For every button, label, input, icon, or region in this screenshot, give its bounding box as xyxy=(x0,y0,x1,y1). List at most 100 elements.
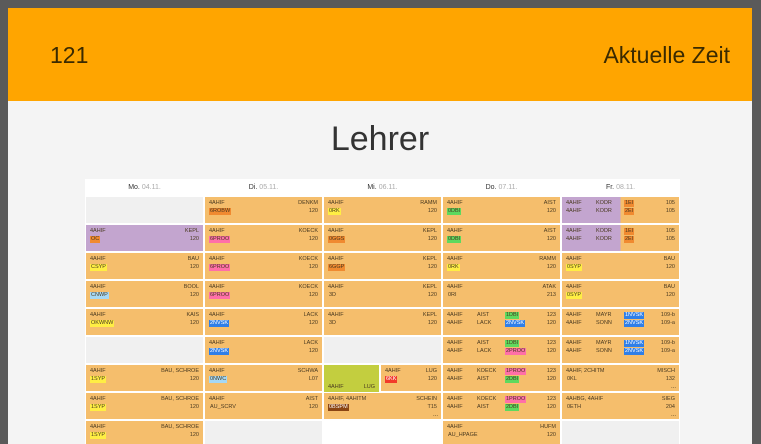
lesson-line: 4AHIF KOECK xyxy=(209,255,318,263)
lesson-line: 4AHIF BAU, SCHROE xyxy=(90,395,199,403)
subject-name: 0RK xyxy=(328,208,341,215)
teacher-name: BAU xyxy=(663,284,675,290)
lesson-cell[interactable]: 4AHIF AIST 0DBI 120 xyxy=(442,224,561,252)
lesson-line: 0SYP 120 xyxy=(566,291,675,299)
subject-wrap: 0RK xyxy=(447,263,460,271)
subject-name: 6PROO xyxy=(209,264,231,271)
lesson-line: 4AHBG, 4AHIF SIEG xyxy=(566,395,675,403)
subject-wrap: 1DBI xyxy=(505,339,520,347)
lesson-line: 4AHIF, 2CHITM MISCH xyxy=(566,367,675,375)
class-name: 4AHIF xyxy=(447,368,463,374)
lesson-cell[interactable]: 4AHIF KEPL 6GGP 120 xyxy=(323,252,442,280)
lesson-cell[interactable]: 4AHIF KODR 1EI 105 4AHIF KODR 2EI 105 xyxy=(561,224,680,252)
room-number: 121 xyxy=(50,42,89,68)
lesson-line: 6KK 120 xyxy=(385,375,437,383)
lesson-line: 4AHIF LACK xyxy=(209,339,318,347)
subject-name: 2DBI xyxy=(505,404,520,411)
lesson-cell[interactable]: 4AHIF SCHWA 0NWC L07 xyxy=(204,364,323,392)
class-name: 4AHIF xyxy=(209,228,225,234)
lesson-cell[interactable]: 4AHIF KEPL 3D 120 xyxy=(323,280,442,308)
lesson-cell[interactable]: 4AHIF KOECK 6PROO 120 xyxy=(204,280,323,308)
subject-wrap: 2NVSK xyxy=(624,319,645,327)
subject-wrap: 2PROO xyxy=(505,347,527,355)
lesson-cell[interactable]: 4AHIF KODR 1EI 105 4AHIF KODR 2EI 105 xyxy=(561,196,680,224)
lesson-line: 0RK 120 xyxy=(447,263,556,271)
teacher-name: BOOL xyxy=(183,284,199,290)
lesson-cell[interactable]: 4AHIF AIST 1DBI 123 4AHIF LACK 2PROO 120 xyxy=(442,336,561,364)
subject-name: 1SYP xyxy=(90,404,107,411)
teacher-name: AIST xyxy=(477,340,490,346)
lesson-cell[interactable]: 4AHIF BAU 0SYP 120 xyxy=(561,280,680,308)
subject-name: 1EI xyxy=(624,228,635,235)
lesson-line: 4AHIF KAIS xyxy=(90,311,199,319)
lesson-cell[interactable]: 4AHIF BAU, SCHROE 1SYP 120 xyxy=(85,364,204,392)
lesson-cell[interactable]: 4AHIF KAIS OKWNW 120 xyxy=(85,308,204,336)
room-name: 105 xyxy=(665,236,675,242)
lesson-line: 0NWC L07 xyxy=(209,375,318,383)
lesson-cell[interactable]: 4AHIF BOOL CNWP 120 xyxy=(85,280,204,308)
room-name: 120 xyxy=(427,292,437,298)
subject-wrap: 1EI xyxy=(624,227,635,235)
subject-name: 2EI xyxy=(624,208,635,215)
lesson-line: 4AHIF ATAK xyxy=(447,283,556,291)
lesson-cell[interactable]: 4AHIF KEPL 3D 120 xyxy=(323,308,442,336)
lesson-cell[interactable]: 4AHIF KOECK 6PROO 120 xyxy=(204,224,323,252)
page-title: Lehrer xyxy=(330,120,430,158)
lesson-cell[interactable]: 4AHIF KOECK 1PROO 123 4AHIF AIST 2DBI 120 xyxy=(442,392,561,420)
subject-name: 1SYP xyxy=(90,376,107,383)
room-name: 204 xyxy=(665,404,675,410)
lesson-cell[interactable]: 4AHBG, 4AHIF SIEG 0ETH 204... xyxy=(561,392,680,420)
lesson-cell[interactable]: 4AHIF BAU CSYP 120 xyxy=(85,252,204,280)
lesson-cell[interactable]: 4AHIF AIST 0DBI 120 xyxy=(442,196,561,224)
teacher-name: KEPL xyxy=(422,312,437,318)
class-name: 4AHIF xyxy=(447,284,463,290)
subject-wrap: 1SYP xyxy=(90,375,107,383)
lesson-cell[interactable]: 4AHIF, 4AHITM SCHEIN 0BSPM T15... xyxy=(323,392,442,420)
lesson-line: 4AHIF AIST 1DBI 123 xyxy=(447,339,556,347)
lesson-line: 0RI 213 xyxy=(447,291,556,299)
lesson-cell[interactable]: 4AHIF ATAK 0RI 213 xyxy=(442,280,561,308)
teacher-name: AIST xyxy=(477,404,490,410)
lesson-cell[interactable]: 4AHIF DENKM 6ROBW 120 xyxy=(204,196,323,224)
lesson-line: 0GGS 120 xyxy=(328,235,437,243)
room-name: 120 xyxy=(427,320,437,326)
lesson-cell[interactable]: 4AHIF RAMM 0RK 120 xyxy=(442,252,561,280)
lesson-cell[interactable]: 4AHIF BAU 0SYP 120 xyxy=(561,252,680,280)
teacher-name: LUG xyxy=(425,368,437,374)
subject-wrap: 1NVSK xyxy=(624,311,645,319)
lesson-cell[interactable]: 4AHIF RAMM 0RK 120 xyxy=(323,196,442,224)
day-date: 08.11. xyxy=(616,184,636,191)
class-name: 4AHIF xyxy=(328,256,344,262)
lesson-cell[interactable]: 4AHIF AIST 1DBI 123 4AHIF LACK 2NVSK 120 xyxy=(442,308,561,336)
lesson-cell[interactable]: 4AHIF LACK 2NVSK 120 xyxy=(204,336,323,364)
class-name: 4AHIF xyxy=(90,396,106,402)
lesson-cell[interactable]: 4AHIF, 2CHITM MISCH 0KL 132... xyxy=(561,364,680,392)
room-name: 120 xyxy=(308,320,318,326)
teacher-name: BAU, SCHROE xyxy=(161,424,199,430)
lesson-cell[interactable]: 4AHIF MAYR 1NVSK 109-b 4AHIF SONN 2NVSK 109-a xyxy=(561,308,680,336)
lesson-cell[interactable]: 4AHIF KEPL 0GGS 120 xyxy=(323,224,442,252)
teacher-name: KOECK xyxy=(298,228,318,234)
lesson-line: 4AHIF LUG xyxy=(328,383,375,391)
lesson-cell[interactable]: 4AHIF BAU, SCHROE 1SYP 120 xyxy=(85,392,204,420)
lesson-cell[interactable]: 4AHIF AIST AU_SCRV 120 xyxy=(204,392,323,420)
lesson-line: 3D 120 xyxy=(328,319,437,327)
lesson-cell[interactable]: 4AHIF BAU, SCHROE 1SYP 120 xyxy=(85,420,204,444)
lesson-cell[interactable]: 4AHIF HUFM AU_HPAGE 120 xyxy=(442,420,561,444)
lesson-cell[interactable]: 4AHIF KEPL OC 120 xyxy=(85,224,204,252)
empty-slot xyxy=(323,336,442,364)
subject-wrap: 0RK xyxy=(328,207,341,215)
lesson-cell[interactable]: 4AHIF MAYR 1NVSK 109-b 4AHIF SONN 2NVSK 109-a xyxy=(561,336,680,364)
lesson-cell[interactable]: 4AHIF KOECK 6PROO 120 xyxy=(204,252,323,280)
room-name: 120 xyxy=(189,404,199,410)
teacher-name: KODR xyxy=(596,228,612,234)
subject-wrap: 0SYP xyxy=(566,263,583,271)
subject-name: 2EI xyxy=(624,236,635,243)
lesson-line: 4AHIF SCHWA xyxy=(209,367,318,375)
lesson-cell[interactable]: 4AHIF LUG 6KK 120 xyxy=(380,364,442,392)
lesson-cell[interactable]: 4AHIF LACK 2NVSK 120 xyxy=(204,308,323,336)
teacher-name: KODR xyxy=(596,236,612,242)
lesson-line: 4AHIF DENKM xyxy=(209,199,318,207)
lesson-cell[interactable]: 4AHIF KOECK 1PROO 123 4AHIF AIST 2DBI 120 xyxy=(442,364,561,392)
day-name: Do. xyxy=(485,184,497,191)
